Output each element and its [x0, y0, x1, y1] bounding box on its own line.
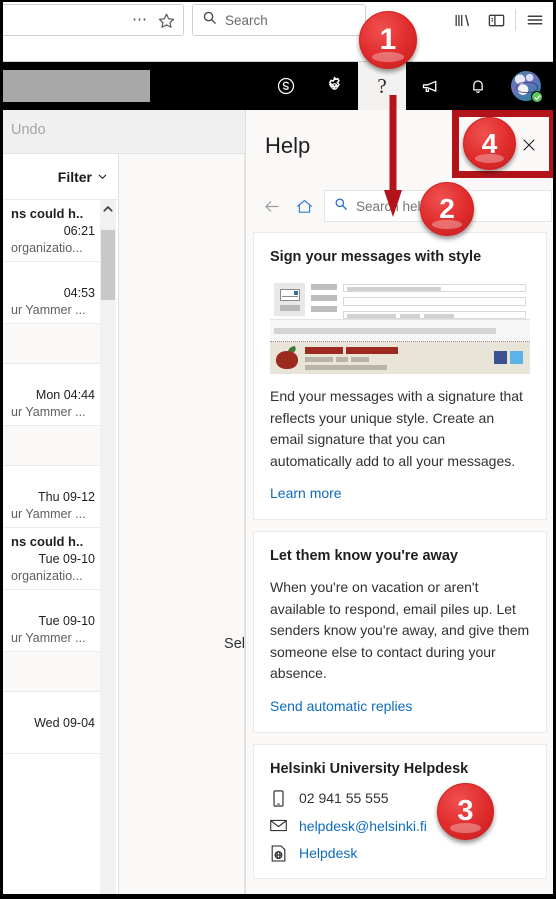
contact-website-link[interactable]: Helpdesk	[299, 845, 357, 861]
browser-toolbar-right	[445, 6, 552, 34]
help-card-contact: Helsinki University Helpdesk 02 941 55 5…	[253, 743, 547, 879]
avatar[interactable]	[502, 62, 550, 110]
envelope-icon	[270, 819, 287, 832]
mail-preview: ur Yammer ...	[11, 405, 86, 419]
mail-preview: ur Yammer ...	[11, 303, 86, 317]
mail-timestamp: Wed 09-04	[34, 716, 95, 730]
skype-icon[interactable]	[262, 62, 310, 110]
home-icon[interactable]	[291, 193, 317, 219]
mail-list-item[interactable]: 04:53 ur Yammer ...	[3, 262, 103, 324]
help-card-body: End your messages with a signature that …	[270, 388, 523, 469]
browser-chrome: ⋯ Search	[0, 0, 556, 62]
scroll-up-arrow-icon[interactable]	[100, 200, 116, 217]
contact-heading: Helsinki University Helpdesk	[270, 760, 469, 777]
reading-pane-empty-text: Sel	[224, 636, 245, 652]
annotation-down-arrow	[384, 95, 402, 217]
help-panel-title: Help	[265, 133, 311, 158]
apple-graphic	[276, 345, 298, 369]
web-page-icon	[270, 844, 287, 862]
browser-search-bar[interactable]: Search	[192, 4, 366, 36]
contact-email-link[interactable]: helpdesk@helsinki.fi	[299, 818, 427, 834]
toolbar-divider	[515, 9, 516, 31]
mail-subject	[11, 370, 95, 386]
mail-timestamp: 06:21	[63, 224, 95, 238]
mail-list-item[interactable]: Mon 04:44 ur Yammer ...	[3, 364, 103, 426]
mobile-phone-icon	[270, 789, 287, 807]
mail-command-bar: Undo	[3, 110, 245, 154]
envelope-icon	[274, 283, 305, 316]
send-automatic-replies-link[interactable]: Send automatic replies	[270, 698, 412, 714]
mail-preview: ur Yammer ...	[11, 507, 86, 521]
screenshot-root: ⋯ Search ? Undo Filter ns could h.. 06:2…	[0, 0, 556, 899]
help-card-away: Let them know you're away When you're on…	[253, 531, 547, 733]
mail-subject	[11, 698, 95, 714]
mail-preview: ur Yammer ...	[11, 631, 86, 645]
mail-list-item[interactable]	[3, 426, 103, 466]
ellipsis-icon[interactable]: ⋯	[132, 12, 148, 27]
mail-list-item[interactable]: Thu 09-12 ur Yammer ...	[3, 466, 103, 528]
annotation-marker-2: 2	[420, 182, 474, 236]
annotation-marker-3: 3	[437, 783, 494, 840]
filter-control[interactable]: Filter	[3, 154, 118, 200]
mail-list-item[interactable]	[3, 652, 103, 692]
back-arrow-icon[interactable]	[258, 193, 284, 219]
mail-subject	[11, 268, 95, 284]
url-bar[interactable]: ⋯	[0, 4, 184, 36]
mail-timestamp: 04:53	[63, 286, 95, 300]
help-card-heading: Sign your messages with style	[270, 249, 482, 265]
settings-gear-icon[interactable]	[310, 62, 358, 110]
learn-more-link[interactable]: Learn more	[270, 485, 342, 501]
frame-bottom	[0, 894, 556, 899]
annotation-marker-4: 4	[463, 117, 516, 170]
help-panel-body: Sign your messages with style End your m…	[246, 232, 554, 899]
mail-list-scrollbar[interactable]	[100, 200, 116, 899]
mail-subject: ns could h..	[11, 206, 84, 221]
mail-list-item[interactable]: Wed 09-04	[3, 692, 103, 754]
help-card-body: When you're on vacation or aren't availa…	[270, 579, 530, 681]
office-suite-bar: ?	[0, 62, 556, 110]
chevron-down-icon	[97, 171, 108, 182]
mail-subject: ns could h..	[11, 534, 84, 549]
mail-list-item[interactable]: ns could h.. 06:21 organizatio...	[3, 200, 103, 262]
help-panel: Help Search help Sign your messages with…	[245, 110, 553, 899]
library-icon[interactable]	[445, 6, 479, 34]
frame-top	[0, 0, 556, 2]
contact-phone: 02 941 55 555	[299, 790, 389, 806]
mail-timestamp: Tue 09-10	[38, 614, 95, 628]
star-icon[interactable]	[158, 12, 175, 29]
undo-button[interactable]: Undo	[11, 122, 46, 138]
mail-subject	[11, 472, 95, 488]
scrollbar-thumb[interactable]	[101, 230, 115, 300]
help-card-heading: Let them know you're away	[270, 548, 458, 564]
contact-website-row: Helpdesk	[270, 844, 530, 862]
mail-preview	[11, 732, 95, 749]
filter-label: Filter	[57, 168, 92, 185]
megaphone-icon[interactable]	[406, 62, 454, 110]
mail-subject	[11, 596, 95, 612]
mail-list-item[interactable]: ns could h.. Tue 09-10 organizatio...	[3, 528, 103, 590]
mail-timestamp: Tue 09-10	[38, 552, 95, 566]
bell-icon[interactable]	[454, 62, 502, 110]
reading-pane: Sel	[118, 154, 245, 899]
redacted-app-name	[2, 70, 150, 102]
mail-list-rows: ns could h.. 06:21 organizatio... 04:53 ur …	[3, 200, 103, 754]
suite-bar-icons: ?	[262, 62, 550, 110]
signature-illustration	[270, 278, 530, 374]
search-icon	[202, 10, 217, 30]
presence-available-icon	[531, 91, 543, 103]
mail-timestamp: Thu 09-12	[38, 490, 95, 504]
mail-timestamp: Mon 04:44	[35, 388, 95, 402]
sidebar-toggle-icon[interactable]	[479, 6, 513, 34]
search-icon	[334, 197, 348, 216]
color-swatches	[494, 351, 523, 364]
mail-list-item[interactable]: Tue 09-10 ur Yammer ...	[3, 590, 103, 652]
hamburger-menu-icon[interactable]	[518, 6, 552, 34]
annotation-marker-1: 1	[359, 11, 417, 69]
help-card-signature: Sign your messages with style End your m…	[253, 232, 547, 520]
mail-preview: organizatio...	[11, 241, 83, 255]
mail-list-item[interactable]	[3, 324, 103, 364]
frame-left	[0, 0, 3, 899]
browser-search-placeholder: Search	[225, 12, 268, 28]
mail-preview: organizatio...	[11, 569, 83, 583]
